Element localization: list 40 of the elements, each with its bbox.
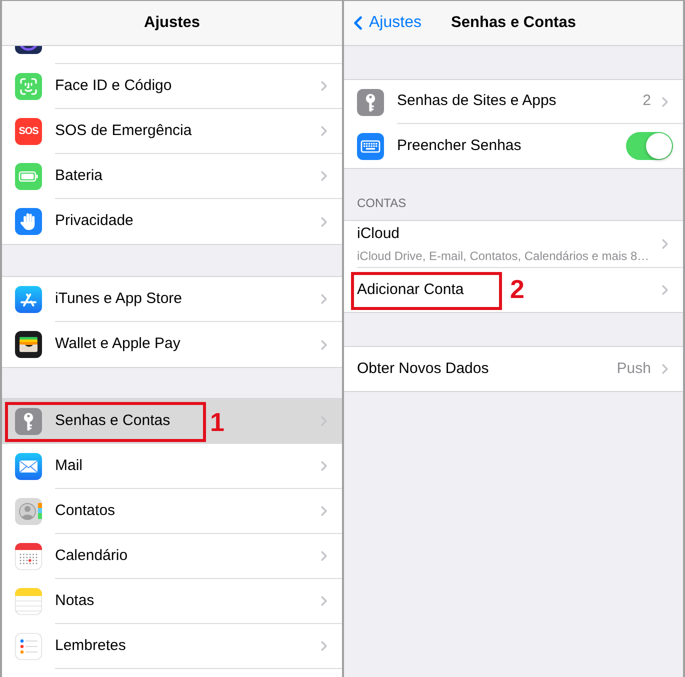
settings-row[interactable]: iTunes e App Store <box>2 277 342 322</box>
keyboard-icon <box>357 132 384 160</box>
mail-icon <box>15 453 42 480</box>
detail-value: Push <box>616 358 651 379</box>
settings-row[interactable]: Senhas de Sites e Apps 2 <box>344 80 683 124</box>
key-icon <box>15 408 42 435</box>
settings-row[interactable]: SOS SOS de Emergência <box>2 109 342 154</box>
section-header: CONTAS <box>357 195 406 212</box>
battery-icon <box>15 163 42 190</box>
step-number: 2 <box>510 276 524 302</box>
settings-row[interactable]: Notas <box>2 579 342 624</box>
settings-row[interactable]: Lembretes <box>2 624 342 669</box>
cropped-app-icon <box>15 46 42 54</box>
settings-row[interactable]: Contatos <box>2 489 342 534</box>
face-id-icon <box>15 73 42 100</box>
settings-row[interactable]: Privacidade <box>2 199 342 244</box>
nav-title: Ajustes <box>144 13 200 34</box>
sos-icon: SOS <box>15 118 42 145</box>
wallet-icon <box>15 331 42 358</box>
contacts-icon <box>15 498 42 525</box>
nav-title: Senhas e Contas <box>451 13 576 34</box>
toggle-switch[interactable] <box>626 132 673 160</box>
row-label: Preencher Senhas <box>397 136 522 156</box>
app-store-icon <box>15 286 42 313</box>
settings-row[interactable]: Obter Novos Dados Push <box>344 347 683 391</box>
settings-row[interactable]: Face ID e Código <box>2 64 342 109</box>
detail-value: 2 <box>642 91 651 112</box>
hand-icon <box>15 208 42 235</box>
calendar-icon <box>15 543 42 570</box>
settings-row[interactable]: Calendário <box>2 534 342 579</box>
back-button[interactable]: Ajustes <box>344 11 422 35</box>
step-number: 1 <box>210 409 224 435</box>
settings-row[interactable]: Wallet e Apple Pay <box>2 322 342 367</box>
settings-row[interactable]: Bateria <box>2 154 342 199</box>
settings-row[interactable]: iCloud iCloud Drive, E-mail, Contatos, Calendários e mais 8… <box>344 221 683 268</box>
key-icon <box>357 88 384 116</box>
reminders-icon <box>15 633 42 660</box>
row-subtitle: iCloud Drive, E-mail, Contatos, Calendários e mais 8… <box>357 248 650 266</box>
settings-row[interactable]: Mail <box>2 444 342 489</box>
notes-icon <box>15 588 42 615</box>
